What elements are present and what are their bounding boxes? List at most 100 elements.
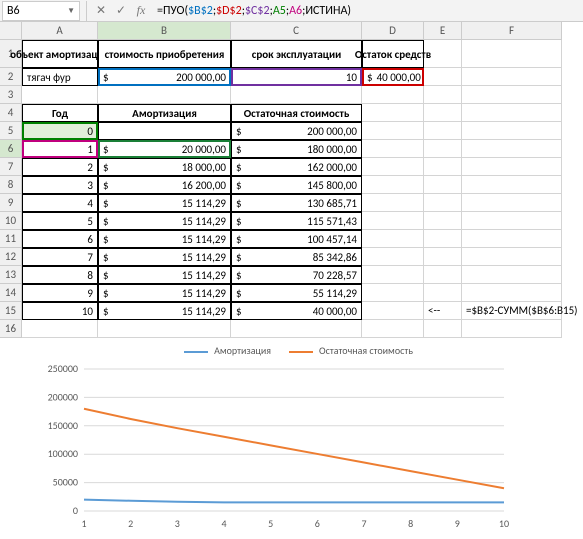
cell[interactable] <box>462 320 562 338</box>
cell[interactable]: <-- <box>424 302 462 320</box>
cell[interactable] <box>424 104 462 122</box>
cell[interactable]: 0 <box>22 122 98 140</box>
cell[interactable]: $15 114,29 <box>98 212 231 230</box>
cell[interactable]: тягач фур <box>22 68 98 86</box>
spreadsheet-grid[interactable]: A B C D E F 1 объект амортизации стоимос… <box>0 22 583 338</box>
cell[interactable]: 1 <box>22 140 98 158</box>
cell[interactable]: 8 <box>22 266 98 284</box>
cell[interactable]: $130 685,71 <box>231 194 362 212</box>
cell[interactable] <box>362 302 424 320</box>
cell[interactable]: 7 <box>22 248 98 266</box>
cell[interactable] <box>98 320 231 338</box>
cell[interactable]: 9 <box>22 284 98 302</box>
cell[interactable] <box>424 86 462 104</box>
cell-c2[interactable]: 10 <box>231 68 362 86</box>
cell[interactable] <box>462 68 562 86</box>
cell[interactable] <box>98 86 231 104</box>
row-header[interactable]: 7 <box>0 158 22 176</box>
cell[interactable] <box>362 266 424 284</box>
cell[interactable] <box>462 266 562 284</box>
cell[interactable] <box>462 176 562 194</box>
cancel-icon[interactable]: ✕ <box>92 2 110 20</box>
cell[interactable] <box>424 40 462 68</box>
col-header-f[interactable]: F <box>462 22 562 40</box>
cell[interactable] <box>462 86 562 104</box>
cell[interactable]: объект амортизации <box>22 40 98 68</box>
cell[interactable]: $15 114,29 <box>98 248 231 266</box>
cell[interactable]: Остаток средств <box>362 40 424 68</box>
cell[interactable] <box>362 158 424 176</box>
cell[interactable] <box>462 284 562 302</box>
cell[interactable] <box>462 230 562 248</box>
row-header[interactable]: 12 <box>0 248 22 266</box>
cell[interactable]: $115 571,43 <box>231 212 362 230</box>
col-header-a[interactable]: A <box>22 22 98 40</box>
cell[interactable]: $15 114,29 <box>98 284 231 302</box>
cell[interactable]: Остаточная стоимость <box>231 104 362 122</box>
cell[interactable]: $40 000,00 <box>231 302 362 320</box>
cell[interactable]: 10 <box>22 302 98 320</box>
row-header[interactable]: 16 <box>0 320 22 338</box>
cell[interactable] <box>424 140 462 158</box>
cell[interactable] <box>22 320 98 338</box>
cell[interactable] <box>362 176 424 194</box>
row-header[interactable]: 11 <box>0 230 22 248</box>
cell[interactable]: $15 114,29 <box>98 194 231 212</box>
cell[interactable] <box>362 104 424 122</box>
cell[interactable]: 5 <box>22 212 98 230</box>
cell[interactable]: $162 000,00 <box>231 158 362 176</box>
cell[interactable] <box>424 320 462 338</box>
cell[interactable] <box>424 284 462 302</box>
row-header[interactable]: 14 <box>0 284 22 302</box>
cell[interactable] <box>462 104 562 122</box>
cell[interactable] <box>424 248 462 266</box>
cell[interactable] <box>22 86 98 104</box>
cell[interactable] <box>362 194 424 212</box>
row-header[interactable]: 13 <box>0 266 22 284</box>
row-header[interactable]: 3 <box>0 86 22 104</box>
cell[interactable] <box>462 140 562 158</box>
cell[interactable] <box>424 230 462 248</box>
cell[interactable] <box>424 68 462 86</box>
cell[interactable]: 6 <box>22 230 98 248</box>
select-all-corner[interactable] <box>0 22 22 40</box>
cell[interactable] <box>424 194 462 212</box>
cell[interactable]: 4 <box>22 194 98 212</box>
cell[interactable] <box>424 176 462 194</box>
cell[interactable] <box>462 212 562 230</box>
row-header[interactable]: 10 <box>0 212 22 230</box>
row-header[interactable]: 9 <box>0 194 22 212</box>
cell[interactable] <box>462 194 562 212</box>
cell[interactable]: срок эксплуатации <box>231 40 362 68</box>
cell-d2[interactable]: $40 000,00 <box>362 68 424 86</box>
formula-input[interactable]: =ПУО($B$2;$D$2;$C$2;A5;A6;ИСТИНА) <box>151 4 583 18</box>
row-header[interactable]: 6 <box>0 140 22 158</box>
cell[interactable] <box>362 140 424 158</box>
cell[interactable] <box>424 212 462 230</box>
cell[interactable]: $200 000,00 <box>231 122 362 140</box>
cell[interactable] <box>362 320 424 338</box>
row-header[interactable]: 2 <box>0 68 22 86</box>
col-header-c[interactable]: C <box>231 22 362 40</box>
cell[interactable]: Амортизация <box>98 104 231 122</box>
fx-icon[interactable]: fx <box>132 2 150 20</box>
cell[interactable]: 2 <box>22 158 98 176</box>
active-cell[interactable]: $20 000,00 <box>98 140 231 158</box>
col-header-e[interactable]: E <box>424 22 462 40</box>
row-header[interactable]: 5 <box>0 122 22 140</box>
col-header-b[interactable]: B <box>98 22 231 40</box>
col-header-d[interactable]: D <box>362 22 424 40</box>
cell[interactable]: $100 457,14 <box>231 230 362 248</box>
cell[interactable]: $18 000,00 <box>98 158 231 176</box>
cell[interactable] <box>462 158 562 176</box>
cell[interactable] <box>462 40 562 68</box>
cell[interactable] <box>424 266 462 284</box>
cell[interactable]: Год <box>22 104 98 122</box>
row-header[interactable]: 15 <box>0 302 22 320</box>
row-header[interactable]: 4 <box>0 104 22 122</box>
cell[interactable] <box>362 248 424 266</box>
cell[interactable] <box>424 158 462 176</box>
chart[interactable]: Амортизация Остаточная стоимость 0500001… <box>34 344 563 535</box>
cell[interactable] <box>362 122 424 140</box>
cell[interactable]: $145 800,00 <box>231 176 362 194</box>
